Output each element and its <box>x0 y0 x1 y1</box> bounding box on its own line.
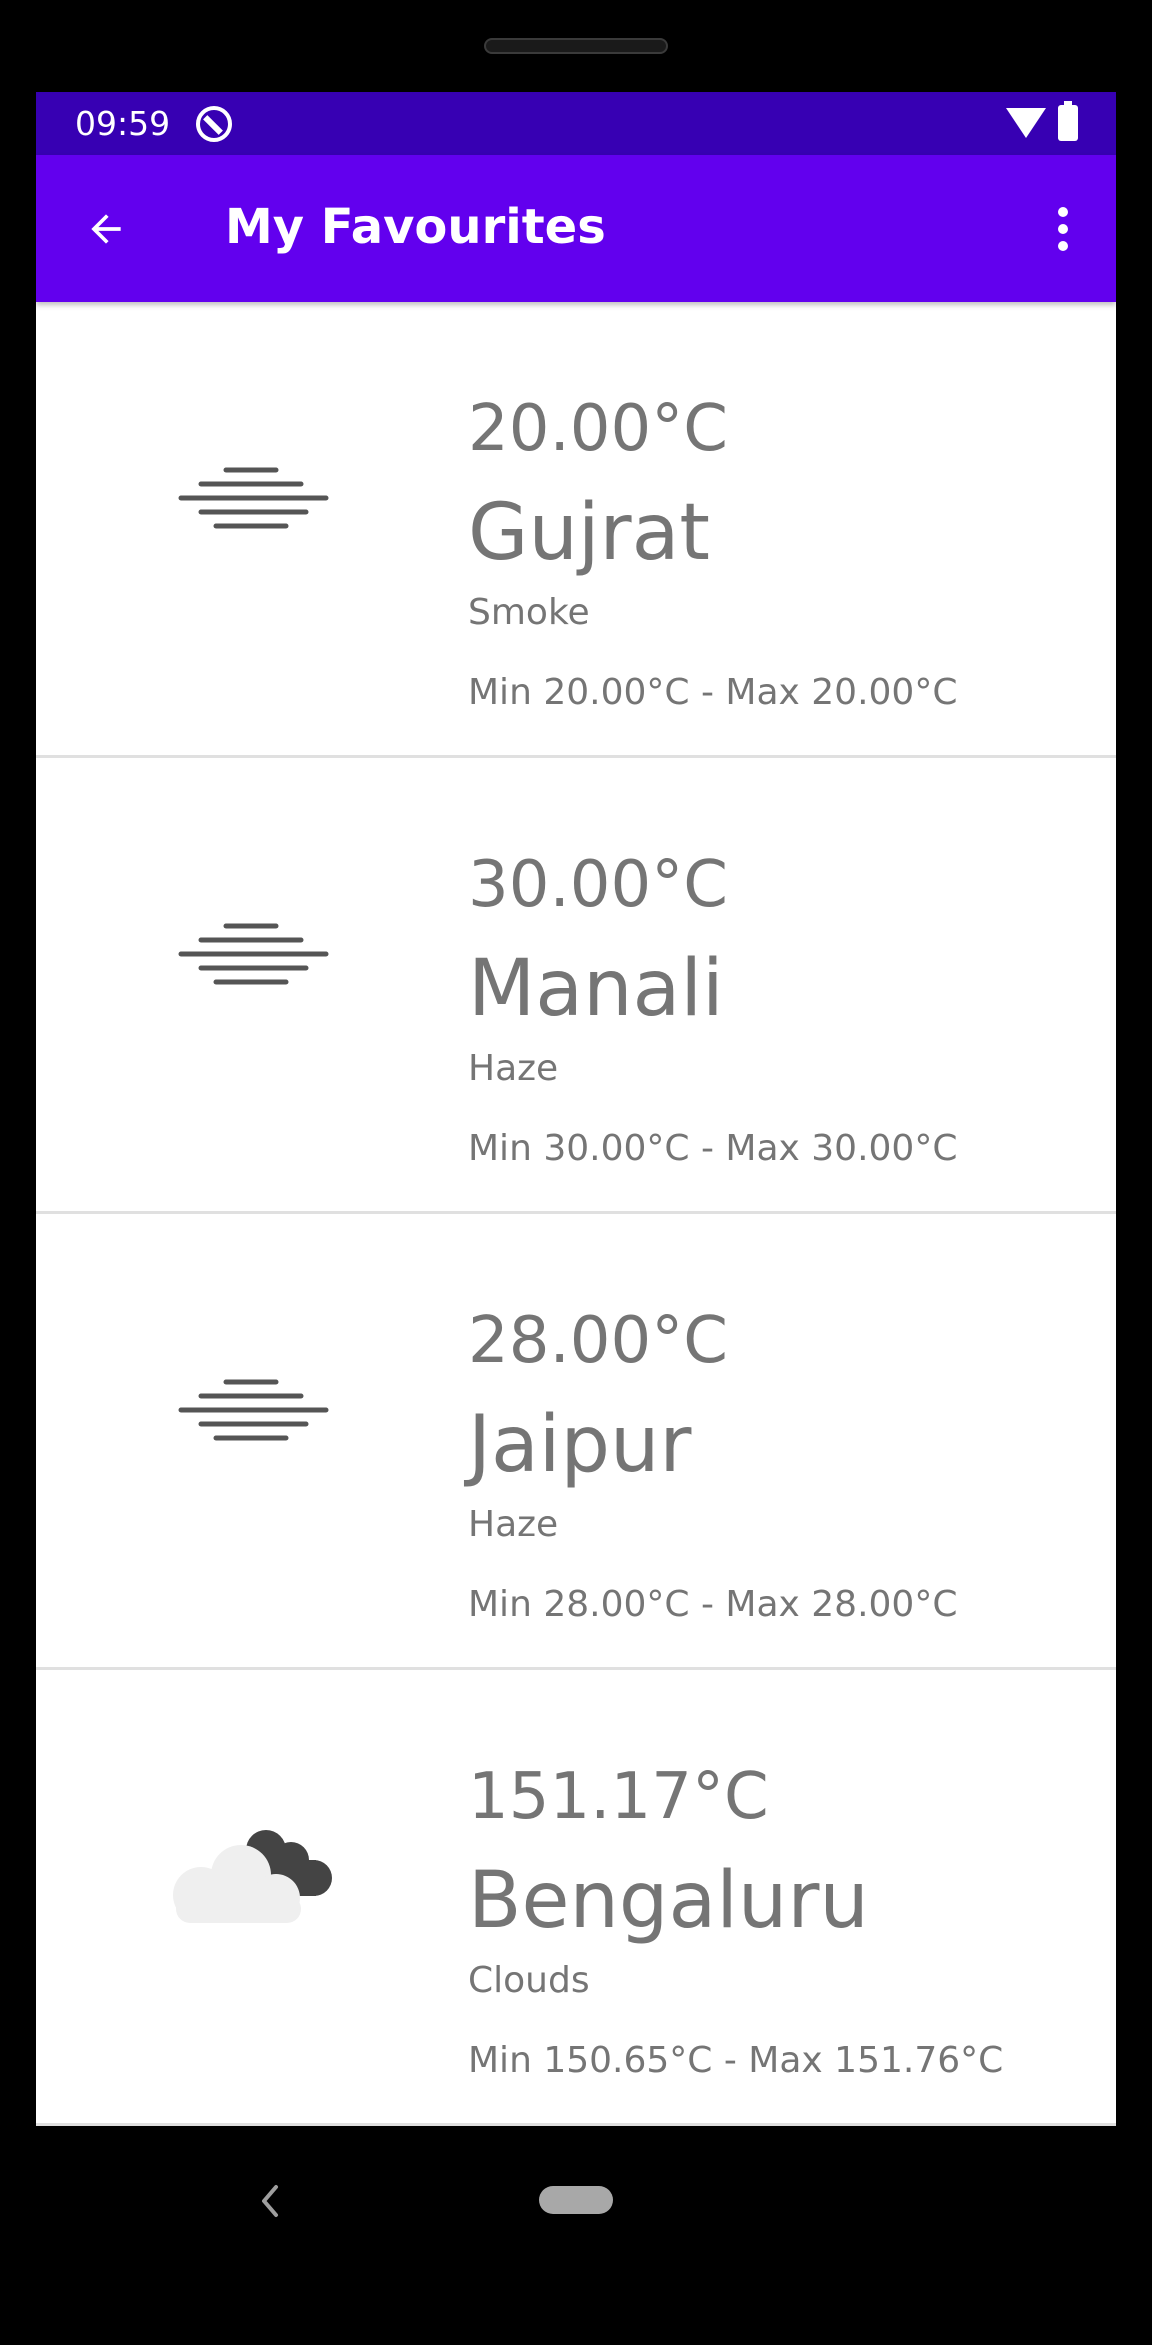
weather-description: Haze <box>468 1504 559 1545</box>
battery-icon <box>1058 101 1078 141</box>
city-name: Manali <box>468 944 724 1034</box>
city-name: Gujrat <box>468 488 710 578</box>
clouds-icon <box>173 1830 332 1923</box>
haze-icon <box>178 1379 329 1441</box>
haze-icon <box>178 923 329 985</box>
sync-icon <box>196 106 232 142</box>
app-bar: My Favourites <box>36 155 1116 302</box>
haze-icon <box>178 467 329 529</box>
back-button[interactable] <box>78 201 134 257</box>
min-max-temperature: Min 28.00°C - Max 28.00°C <box>468 1584 958 1625</box>
page-title: My Favourites <box>225 199 606 255</box>
min-max-temperature: Min 20.00°C - Max 20.00°C <box>468 672 958 713</box>
nav-home-button[interactable] <box>539 2186 613 2214</box>
min-max-temperature: Min 150.65°C - Max 151.76°C <box>468 2040 1004 2081</box>
nav-back-button[interactable] <box>250 2176 290 2226</box>
app-screen: 09:59 My Favourites 20.00°C Gujrat Smoke… <box>36 92 1116 2126</box>
temperature: 28.00°C <box>468 1304 728 1378</box>
favourite-item[interactable]: 20.00°C Gujrat Smoke Min 20.00°C - Max 2… <box>36 302 1116 758</box>
chevron-left-icon <box>262 2185 278 2217</box>
weather-description: Haze <box>468 1048 559 1089</box>
arrow-left-icon <box>91 214 121 244</box>
temperature: 20.00°C <box>468 392 728 466</box>
favourites-list: 20.00°C Gujrat Smoke Min 20.00°C - Max 2… <box>36 302 1116 2126</box>
temperature: 30.00°C <box>468 848 728 922</box>
wifi-icon <box>1006 108 1046 138</box>
status-time: 09:59 <box>75 104 171 143</box>
weather-description: Smoke <box>468 592 590 633</box>
status-bar: 09:59 <box>36 92 1116 155</box>
earpiece-speaker <box>484 38 668 54</box>
system-navigation-bar <box>0 2126 1152 2286</box>
more-options-button[interactable] <box>1038 201 1088 257</box>
city-name: Bengaluru <box>468 1856 869 1946</box>
temperature: 151.17°C <box>468 1760 769 1834</box>
weather-description: Clouds <box>468 1960 590 2001</box>
min-max-temperature: Min 30.00°C - Max 30.00°C <box>468 1128 958 1169</box>
favourite-item[interactable]: 30.00°C Manali Haze Min 30.00°C - Max 30… <box>36 758 1116 1214</box>
phone-frame: 09:59 My Favourites 20.00°C Gujrat Smoke… <box>0 0 1152 2345</box>
favourite-item[interactable]: 151.17°C Bengaluru Clouds Min 150.65°C -… <box>36 1670 1116 2126</box>
city-name: Jaipur <box>468 1400 692 1490</box>
more-vert-icon <box>1058 207 1068 217</box>
favourite-item[interactable]: 28.00°C Jaipur Haze Min 28.00°C - Max 28… <box>36 1214 1116 1670</box>
